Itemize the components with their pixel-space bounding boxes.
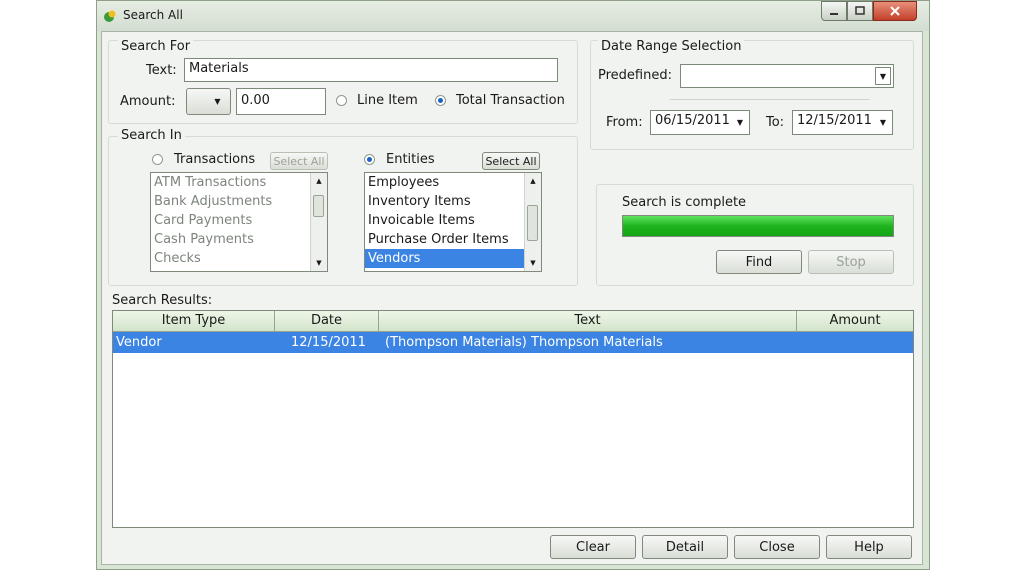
results-grid[interactable]: Item Type Date Text Amount Vendor 12/15/… bbox=[112, 310, 914, 528]
line-item-label[interactable]: Line Item bbox=[357, 93, 418, 108]
detail-button[interactable]: Detail bbox=[642, 535, 728, 559]
search-for-label: Search For bbox=[118, 39, 194, 54]
transactions-radio[interactable] bbox=[152, 154, 163, 165]
transactions-list[interactable]: ATM Transactions Bank Adjustments Card Pay… bbox=[150, 172, 328, 272]
to-label: To: bbox=[766, 115, 785, 130]
search-in-label: Search In bbox=[118, 128, 185, 143]
text-label: Text: bbox=[146, 63, 177, 78]
to-date-value: 12/15/2011 bbox=[797, 113, 872, 128]
list-item[interactable]: Card Payments bbox=[151, 211, 310, 230]
stop-button[interactable]: Stop bbox=[808, 250, 894, 274]
progress-fill bbox=[623, 216, 893, 236]
column-header-text[interactable]: Text bbox=[379, 311, 797, 331]
list-item[interactable]: Cash Payments bbox=[151, 230, 310, 249]
chevron-down-icon[interactable]: ▼ bbox=[875, 67, 891, 85]
entities-label[interactable]: Entities bbox=[386, 152, 435, 167]
line-item-radio[interactable] bbox=[336, 95, 347, 106]
scroll-up-icon[interactable]: ▲ bbox=[311, 173, 327, 189]
dialog-body: Search For Text: Materials Amount: ▼ 0.0… bbox=[101, 31, 923, 565]
scroll-thumb[interactable] bbox=[527, 205, 538, 241]
cell-text: (Thompson Materials) Thompson Materials bbox=[385, 335, 663, 350]
amount-label: Amount: bbox=[120, 94, 176, 109]
list-item[interactable]: Bank Adjustments bbox=[151, 192, 310, 211]
entities-list[interactable]: Employees Inventory Items Invoicable Items… bbox=[364, 172, 542, 272]
title-bar[interactable]: Search All bbox=[97, 1, 929, 31]
from-date-picker[interactable]: 06/15/2011 ▼ bbox=[650, 110, 750, 135]
scroll-down-icon[interactable]: ▼ bbox=[311, 255, 327, 271]
scroll-thumb[interactable] bbox=[313, 195, 324, 217]
app-logo-icon bbox=[104, 10, 116, 22]
help-button[interactable]: Help bbox=[826, 535, 912, 559]
search-results-label: Search Results: bbox=[112, 293, 213, 308]
predefined-dropdown[interactable]: ▼ bbox=[680, 64, 894, 88]
total-transaction-label[interactable]: Total Transaction bbox=[456, 93, 565, 108]
list-item[interactable]: ATM Transactions bbox=[151, 173, 310, 192]
scroll-down-icon[interactable]: ▼ bbox=[525, 255, 541, 271]
maximize-button[interactable] bbox=[847, 1, 873, 21]
list-item[interactable]: Employees bbox=[365, 173, 524, 192]
amount-operator-dropdown[interactable]: ▼ bbox=[186, 88, 231, 115]
search-text-input[interactable]: Materials bbox=[184, 58, 558, 82]
list-item[interactable]: Checks bbox=[151, 249, 310, 268]
total-transaction-radio[interactable] bbox=[435, 95, 446, 106]
close-button[interactable]: Close bbox=[734, 535, 820, 559]
minimize-button[interactable] bbox=[821, 1, 847, 21]
find-button[interactable]: Find bbox=[716, 250, 802, 274]
cell-date: 12/15/2011 bbox=[291, 335, 366, 350]
predefined-label: Predefined: bbox=[598, 68, 672, 83]
from-date-value: 06/15/2011 bbox=[655, 113, 730, 128]
maximize-icon bbox=[855, 6, 865, 15]
transactions-scrollbar[interactable]: ▲ ▼ bbox=[310, 173, 327, 271]
table-row[interactable]: Vendor 12/15/2011 (Thompson Materials) T… bbox=[113, 332, 913, 353]
search-all-window: Search All Search For Text: Materials Am… bbox=[96, 0, 930, 570]
amount-input[interactable]: 0.00 bbox=[236, 88, 326, 115]
list-item[interactable]: Invoicable Items bbox=[365, 211, 524, 230]
cell-item-type: Vendor bbox=[116, 335, 162, 350]
chevron-down-icon[interactable]: ▼ bbox=[876, 113, 890, 132]
transactions-label[interactable]: Transactions bbox=[174, 152, 255, 167]
entities-select-all-button[interactable]: Select All bbox=[482, 152, 540, 170]
scroll-up-icon[interactable]: ▲ bbox=[525, 173, 541, 189]
clear-button[interactable]: Clear bbox=[550, 535, 636, 559]
window-title: Search All bbox=[123, 8, 183, 22]
list-item[interactable]: Purchase Order Items bbox=[365, 230, 524, 249]
results-header: Item Type Date Text Amount bbox=[113, 311, 913, 332]
close-icon bbox=[890, 6, 900, 16]
chevron-down-icon: ▼ bbox=[214, 97, 221, 106]
column-header-amount[interactable]: Amount bbox=[797, 311, 913, 331]
list-item[interactable]: Vendors bbox=[365, 249, 524, 268]
entities-scrollbar[interactable]: ▲ ▼ bbox=[524, 173, 541, 271]
close-window-button[interactable] bbox=[873, 1, 917, 21]
from-label: From: bbox=[606, 115, 643, 130]
minimize-icon bbox=[830, 13, 838, 15]
date-range-label: Date Range Selection bbox=[598, 39, 745, 54]
transactions-select-all-button[interactable]: Select All bbox=[270, 152, 328, 170]
to-date-picker[interactable]: 12/15/2011 ▼ bbox=[792, 110, 893, 135]
entities-radio[interactable] bbox=[364, 154, 375, 165]
date-range-divider bbox=[670, 99, 870, 100]
column-header-date[interactable]: Date bbox=[275, 311, 379, 331]
column-header-item-type[interactable]: Item Type bbox=[113, 311, 275, 331]
chevron-down-icon[interactable]: ▼ bbox=[733, 113, 747, 132]
search-status-text: Search is complete bbox=[622, 195, 747, 210]
search-progress-bar bbox=[622, 215, 894, 237]
list-item[interactable]: Inventory Items bbox=[365, 192, 524, 211]
